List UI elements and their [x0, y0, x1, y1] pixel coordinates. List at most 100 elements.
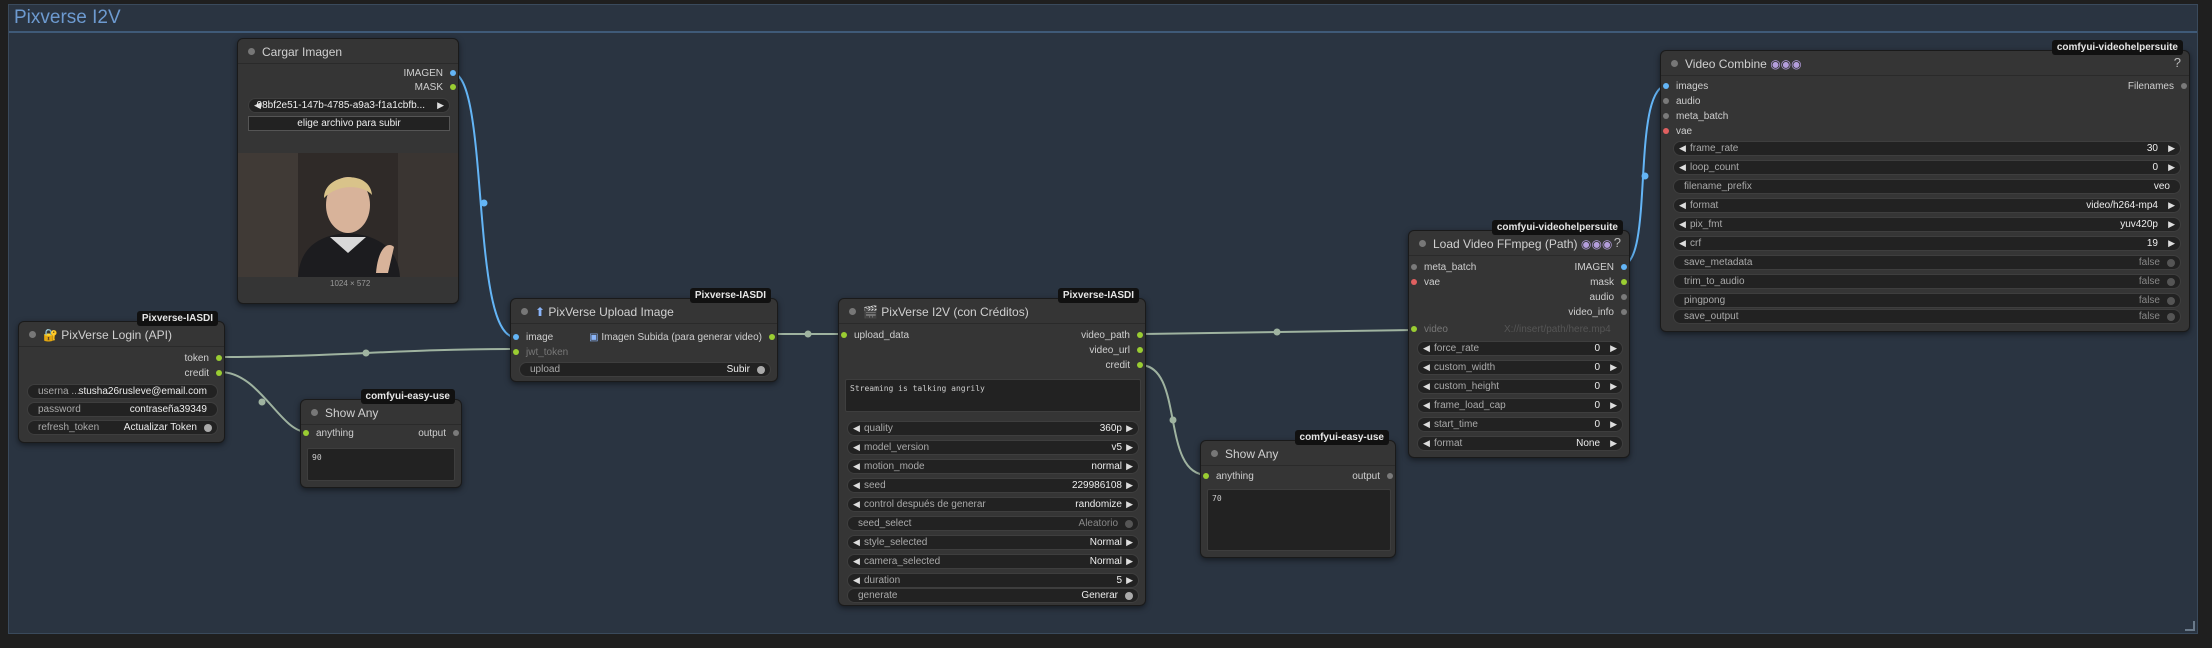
output-dot-icon[interactable]: [1621, 294, 1627, 300]
custom-height-number[interactable]: ◀ custom_height 0 ▶: [1417, 379, 1623, 394]
output-dot-icon[interactable]: [1387, 473, 1393, 479]
input-dot-icon[interactable]: [513, 349, 519, 355]
arrow-right-icon[interactable]: ▶: [1126, 499, 1133, 510]
node-pixverse-upload[interactable]: Pixverse-IASDI ⬆ PixVerse Upload Image i…: [510, 288, 778, 382]
node-pixverse-i2v[interactable]: Pixverse-IASDI 🎬 PixVerse I2V (con Crédi…: [838, 288, 1146, 606]
collapse-dot-icon[interactable]: [1671, 60, 1678, 67]
arrow-right-icon[interactable]: ▶: [1610, 362, 1617, 373]
arrow-left-icon[interactable]: ◀: [1423, 419, 1430, 430]
input-vae[interactable]: vae: [1409, 277, 1440, 288]
arrow-left-icon[interactable]: ◀: [853, 499, 860, 510]
output-dot-icon[interactable]: [216, 355, 222, 361]
upload-toggle[interactable]: upload Subir: [519, 362, 771, 377]
output-uploaded-image[interactable]: ▣ Imagen Subida (para generar video): [589, 332, 777, 343]
seed-number[interactable]: ◀ seed 229986108 ▶: [847, 478, 1139, 493]
output-dot-icon[interactable]: [1621, 264, 1627, 270]
node-title-bar[interactable]: Show Any: [1201, 441, 1395, 466]
help-icon[interactable]: ?: [2174, 55, 2181, 70]
node-title-bar[interactable]: Cargar Imagen: [238, 39, 458, 64]
arrow-left-icon[interactable]: ◀: [853, 556, 860, 567]
node-title-bar[interactable]: 🎬 PixVerse I2V (con Créditos): [839, 299, 1145, 324]
arrow-right-icon[interactable]: ▶: [1610, 381, 1617, 392]
input-dot-icon[interactable]: [303, 430, 309, 436]
collapse-dot-icon[interactable]: [521, 308, 528, 315]
node-title-bar[interactable]: Load Video FFmpeg (Path) ◉◉◉ ?: [1409, 231, 1629, 256]
input-video[interactable]: video X://insert/path/here.mp4: [1409, 324, 1611, 335]
collapse-dot-icon[interactable]: [311, 409, 318, 416]
node-load-video-ffmpeg[interactable]: comfyui-videohelpersuite Load Video FFmp…: [1408, 220, 1630, 458]
arrow-right-icon[interactable]: ▶: [1126, 575, 1133, 586]
output-video-info[interactable]: video_info: [1568, 307, 1629, 318]
input-dot-icon[interactable]: [1411, 326, 1417, 332]
arrow-left-icon[interactable]: ◀: [1423, 381, 1430, 392]
prompt-textarea[interactable]: Streaming is talking angrily: [845, 379, 1141, 412]
save-metadata-toggle[interactable]: save_metadata false: [1673, 255, 2181, 270]
arrow-left-icon[interactable]: ◀: [1679, 162, 1686, 173]
output-output[interactable]: output: [418, 428, 461, 439]
arrow-right-icon[interactable]: ▶: [1610, 438, 1617, 449]
arrow-left-icon[interactable]: ◀: [1423, 343, 1430, 354]
arrow-right-icon[interactable]: ▶: [1126, 423, 1133, 434]
output-video-path[interactable]: video_path: [1081, 330, 1145, 341]
output-dot-icon[interactable]: [450, 70, 456, 76]
output-token[interactable]: token: [185, 353, 224, 364]
output-dot-icon[interactable]: [450, 84, 456, 90]
start-time-number[interactable]: ◀ start_time 0 ▶: [1417, 417, 1623, 432]
filename-prefix-field[interactable]: filename_prefix veo: [1673, 179, 2181, 194]
collapse-dot-icon[interactable]: [849, 308, 856, 315]
arrow-left-icon[interactable]: ◀: [853, 423, 860, 434]
arrow-right-icon[interactable]: ▶: [1610, 400, 1617, 411]
output-video-url[interactable]: video_url: [1089, 345, 1145, 356]
output-output[interactable]: output: [1352, 471, 1395, 482]
node-load-image[interactable]: Cargar Imagen IMAGEN MASK ◀ 08bf2e51-147…: [237, 38, 459, 304]
group-resize-handle[interactable]: [2185, 621, 2195, 631]
arrow-right-icon[interactable]: ▶: [1610, 419, 1617, 430]
collapse-dot-icon[interactable]: [29, 331, 36, 338]
pix-fmt-combo[interactable]: ◀ pix_fmt yuv420p ▶: [1673, 217, 2181, 232]
motion-mode-combo[interactable]: ◀ motion_mode normal ▶: [847, 459, 1139, 474]
node-show-any-2[interactable]: comfyui-easy-use Show Any anything outpu…: [1200, 430, 1396, 558]
show-any-text[interactable]: 70: [1207, 489, 1391, 551]
input-jwt-token[interactable]: jwt_token: [511, 347, 568, 358]
toggle-knob-icon[interactable]: [1125, 520, 1133, 528]
arrow-left-icon[interactable]: ◀: [1423, 400, 1430, 411]
arrow-left-icon[interactable]: ◀: [853, 480, 860, 491]
arrow-right-icon[interactable]: ▶: [2168, 200, 2175, 211]
toggle-knob-icon[interactable]: [2167, 313, 2175, 321]
camera-selected-combo[interactable]: ◀ camera_selected Normal ▶: [847, 554, 1139, 569]
arrow-left-icon[interactable]: ◀: [1679, 200, 1686, 211]
format-combo[interactable]: ◀ format None ▶: [1417, 436, 1623, 451]
input-images[interactable]: images: [1661, 81, 1708, 92]
image-file-combo[interactable]: ◀ 08bf2e51-147b-4785-a9a3-f1a1cbfb... ▶: [248, 98, 450, 113]
arrow-right-icon[interactable]: ▶: [1126, 461, 1133, 472]
collapse-dot-icon[interactable]: [248, 48, 255, 55]
show-any-text[interactable]: 90: [307, 448, 455, 481]
input-meta-batch[interactable]: meta_batch: [1661, 111, 1728, 122]
output-dot-icon[interactable]: [1137, 362, 1143, 368]
arrow-right-icon[interactable]: ▶: [2168, 162, 2175, 173]
output-credit[interactable]: credit: [185, 368, 224, 379]
output-dot-icon[interactable]: [453, 430, 459, 436]
input-anything[interactable]: anything: [1201, 471, 1254, 482]
input-audio[interactable]: audio: [1661, 96, 1700, 107]
arrow-right-icon[interactable]: ▶: [2168, 219, 2175, 230]
input-image[interactable]: image: [511, 332, 553, 343]
arrow-left-icon[interactable]: ◀: [1423, 362, 1430, 373]
input-meta-batch[interactable]: meta_batch: [1409, 262, 1476, 273]
help-icon[interactable]: ?: [1614, 235, 1621, 250]
output-credit[interactable]: credit: [1106, 360, 1145, 371]
input-dot-icon[interactable]: [1663, 98, 1669, 104]
arrow-left-icon[interactable]: ◀: [853, 537, 860, 548]
output-audio[interactable]: audio: [1590, 292, 1629, 303]
arrow-left-icon[interactable]: ◀: [1423, 438, 1430, 449]
format-combo[interactable]: ◀ format video/h264-mp4 ▶: [1673, 198, 2181, 213]
arrow-left-icon[interactable]: ◀: [1679, 143, 1686, 154]
style-selected-combo[interactable]: ◀ style_selected Normal ▶: [847, 535, 1139, 550]
loop-count-number[interactable]: ◀ loop_count 0 ▶: [1673, 160, 2181, 175]
toggle-knob-icon[interactable]: [2167, 297, 2175, 305]
arrow-right-icon[interactable]: ▶: [1610, 343, 1617, 354]
trim-to-audio-toggle[interactable]: trim_to_audio false: [1673, 274, 2181, 289]
frame-load-cap-number[interactable]: ◀ frame_load_cap 0 ▶: [1417, 398, 1623, 413]
input-dot-icon[interactable]: [1663, 128, 1669, 134]
toggle-knob-icon[interactable]: [2167, 278, 2175, 286]
